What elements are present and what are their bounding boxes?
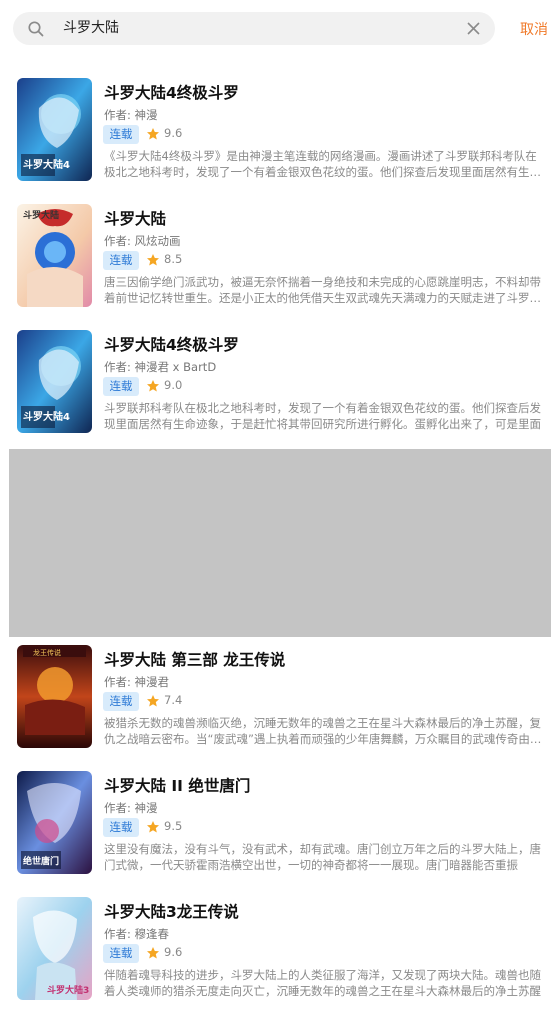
rating-value: 9.6 — [164, 945, 183, 959]
svg-text:斗罗大陆4: 斗罗大陆4 — [23, 158, 70, 171]
item-description: 被猎杀无数的魂兽濒临灭绝，沉睡无数年的魂兽之王在星斗大森林最后的净土苏醒，复仇之… — [104, 716, 542, 746]
cover-image: 斗罗大陆4 — [17, 330, 92, 433]
star-icon — [147, 254, 159, 266]
rating-value: 9.0 — [164, 378, 183, 392]
list-item[interactable]: 斗罗大陆4 斗罗大陆4终极斗罗 作者: 神漫君 x BartD 连载 9.0 斗… — [0, 316, 560, 442]
star-icon — [147, 821, 159, 833]
list-item[interactable]: 斗罗大陆 斗罗大陆 作者: 风炫动画 连载 8.5 唐三因偷学绝门派武功，被逼无… — [0, 190, 560, 316]
item-title[interactable]: 斗罗大陆 II 绝世唐门 — [104, 774, 250, 796]
svg-text:斗罗大陆3: 斗罗大陆3 — [47, 984, 89, 996]
search-icon — [28, 21, 44, 37]
item-description: 这里没有魔法，没有斗气，没有武术，却有武魂。唐门创立万年之后的斗罗大陆上，唐门式… — [104, 842, 541, 872]
cover-image: 斗罗大陆3 — [17, 897, 92, 1000]
list-item[interactable]: 龙王传说 斗罗大陆 第三部 龙王传说 作者: 神漫君 连载 7.4 被猎杀无数的… — [0, 631, 560, 757]
cover-image: 龙王传说 — [17, 645, 92, 748]
svg-text:斗罗大陆4: 斗罗大陆4 — [23, 410, 70, 423]
item-title[interactable]: 斗罗大陆4终极斗罗 — [104, 81, 239, 103]
star-icon — [147, 947, 159, 959]
rating-value: 9.6 — [164, 126, 183, 140]
item-author: 作者: 穆逢春 — [104, 927, 170, 941]
status-badge: 连载 — [103, 251, 139, 270]
item-author: 作者: 神漫 — [104, 801, 158, 815]
item-title[interactable]: 斗罗大陆 第三部 龙王传说 — [104, 648, 285, 670]
ad-placeholder[interactable] — [9, 449, 551, 637]
cover-image: 绝世唐门 — [17, 771, 92, 874]
search-bar[interactable]: 斗罗大陆 — [13, 12, 495, 45]
status-badge: 连载 — [103, 944, 139, 963]
rating-value: 8.5 — [164, 252, 183, 266]
list-item[interactable]: 斗罗大陆4 斗罗大陆4终极斗罗 作者: 神漫 连载 9.6 《斗罗大陆4终极斗罗… — [0, 64, 560, 190]
status-badge: 连载 — [103, 377, 139, 396]
item-title[interactable]: 斗罗大陆3龙王传说 — [104, 900, 239, 922]
svg-text:龙王传说: 龙王传说 — [33, 648, 61, 657]
svg-text:斗罗大陆: 斗罗大陆 — [23, 209, 59, 221]
rating-value: 7.4 — [164, 693, 183, 707]
item-description: 斗罗联邦科考队在极北之地科考时，发现了一个有着金银双色花纹的蛋。他们探查后发现里… — [104, 401, 541, 431]
item-author: 作者: 神漫君 — [104, 675, 170, 689]
list-item[interactable]: 绝世唐门 斗罗大陆 II 绝世唐门 作者: 神漫 连载 9.5 这里没有魔法，没… — [0, 757, 560, 883]
item-description: 《斗罗大陆4终极斗罗》是由神漫主笔连载的网络漫画。漫画讲述了斗罗联邦科考队在极北… — [104, 149, 541, 179]
list-item[interactable]: 斗罗大陆3 斗罗大陆3龙王传说 作者: 穆逢春 连载 9.6 伴随着魂导科技的进… — [0, 883, 560, 1009]
item-author: 作者: 风炫动画 — [104, 234, 181, 248]
item-title[interactable]: 斗罗大陆4终极斗罗 — [104, 333, 239, 355]
svg-text:绝世唐门: 绝世唐门 — [23, 855, 59, 867]
cancel-button[interactable]: 取消 — [520, 19, 548, 39]
item-author: 作者: 神漫 — [104, 108, 158, 122]
star-icon — [147, 695, 159, 707]
search-input[interactable]: 斗罗大陆 — [63, 12, 119, 45]
item-author: 作者: 神漫君 x BartD — [104, 360, 217, 374]
star-icon — [147, 380, 159, 392]
cover-image: 斗罗大陆4 — [17, 78, 92, 181]
item-description: 唐三因偷学绝门派武功，被逼无奈怀揣着一身绝技和未完成的心愿跳崖明志，不料却带着前… — [104, 275, 541, 305]
rating-value: 9.5 — [164, 819, 183, 833]
status-badge: 连载 — [103, 125, 139, 144]
clear-icon[interactable] — [467, 22, 480, 35]
star-icon — [147, 128, 159, 140]
cover-image: 斗罗大陆 — [17, 204, 92, 307]
status-badge: 连载 — [103, 818, 139, 837]
item-description: 伴随着魂导科技的进步，斗罗大陆上的人类征服了海洋，又发现了两块大陆。魂兽也随着人… — [104, 968, 541, 998]
status-badge: 连载 — [103, 692, 139, 711]
item-title[interactable]: 斗罗大陆 — [104, 207, 166, 229]
